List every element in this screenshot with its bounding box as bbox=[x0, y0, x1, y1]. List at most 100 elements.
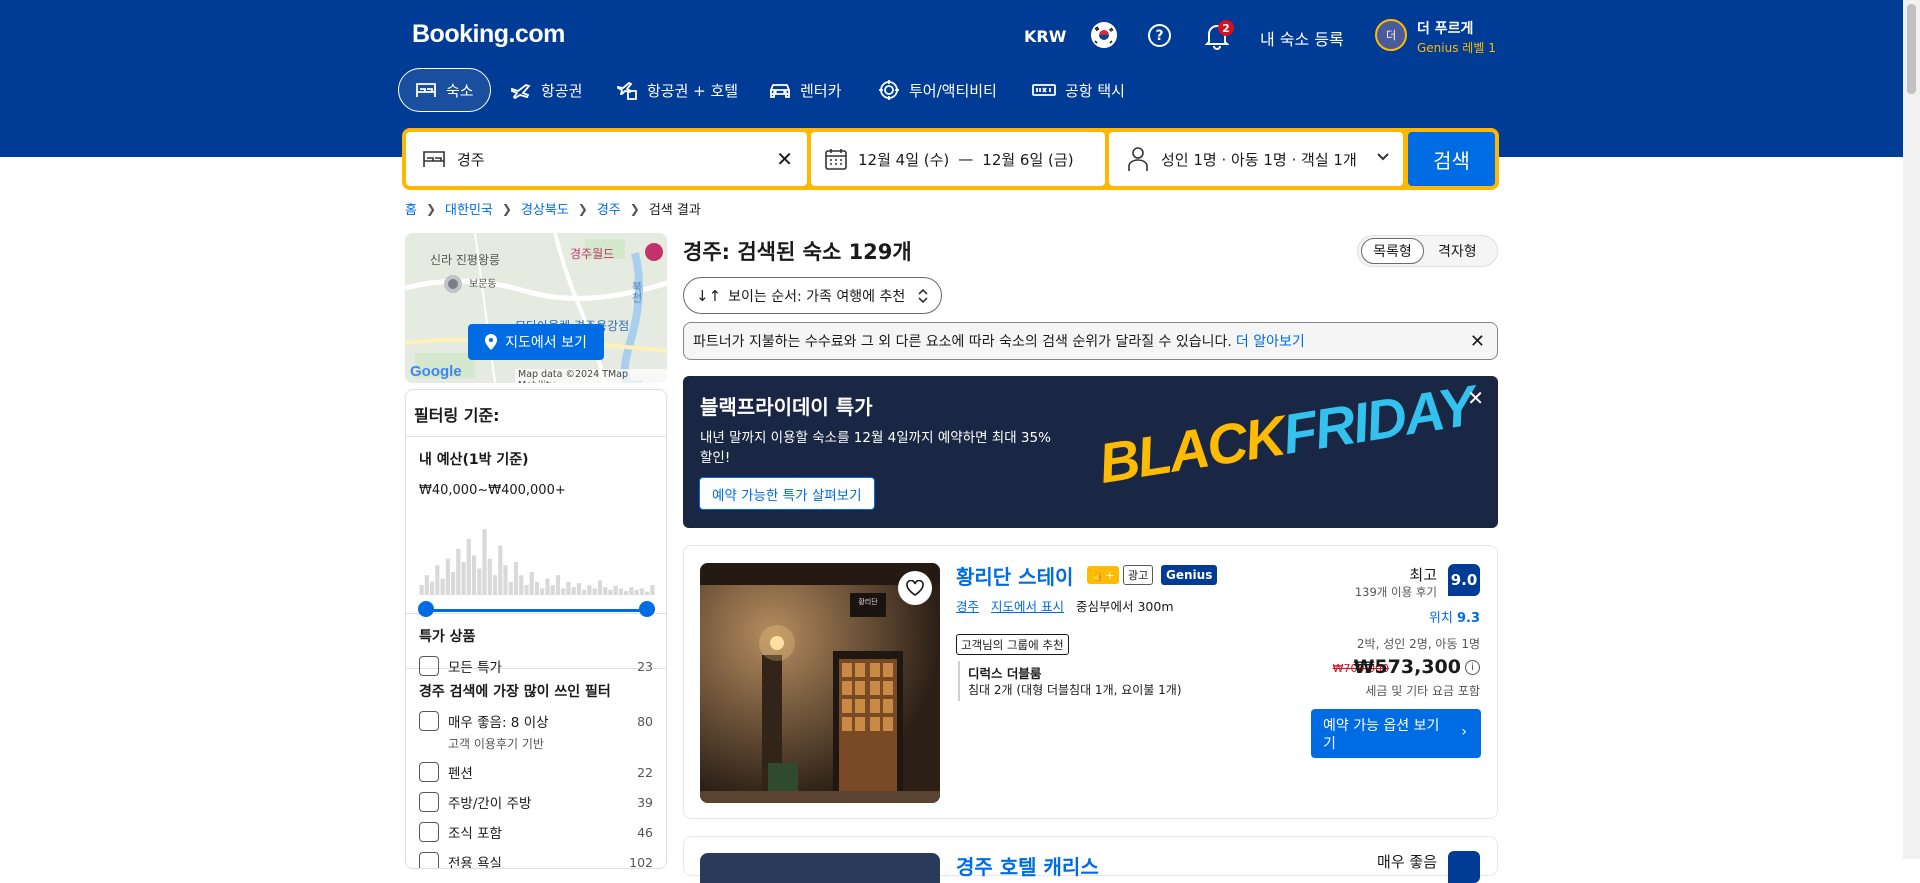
histogram-bar bbox=[534, 581, 540, 595]
view-toggle: 목록형 격자형 bbox=[1357, 235, 1498, 267]
map-pin-icon bbox=[645, 243, 663, 261]
notification-badge: 2 bbox=[1218, 20, 1234, 36]
breadcrumb-region[interactable]: 경상북도 bbox=[521, 199, 569, 218]
property-card[interactable]: 경주 호텔 캐리스 매우 좋음 bbox=[683, 836, 1498, 883]
art-black: BLACK bbox=[1094, 403, 1289, 495]
help-icon[interactable]: ? bbox=[1148, 24, 1171, 47]
art-friday: FRIDAY bbox=[1278, 376, 1479, 466]
histogram-bar bbox=[624, 591, 629, 595]
checkbox[interactable] bbox=[419, 656, 439, 676]
close-icon[interactable]: ✕ bbox=[1467, 386, 1484, 410]
list-view-button[interactable]: 목록형 bbox=[1361, 238, 1424, 264]
nav-tab-flights[interactable]: 항공권 bbox=[494, 68, 598, 112]
checkbox[interactable] bbox=[419, 762, 439, 782]
cta-label-wrap: 기 bbox=[1323, 736, 1336, 752]
histogram-bar bbox=[634, 589, 639, 595]
city-link[interactable]: 경주 bbox=[956, 596, 979, 615]
sort-dropdown[interactable]: ↓↑ 보이는 순서: 가족 여행에 추천 bbox=[683, 277, 942, 314]
property-name[interactable]: 황리단 스테이 bbox=[956, 561, 1073, 590]
property-card[interactable]: 황리단 황리단 스테이 👍+ 광고 Genius 경주 지도에서 표시 중심부에… bbox=[683, 545, 1498, 819]
review-score[interactable]: 9.0 bbox=[1448, 564, 1480, 596]
explore-deals-button[interactable]: 예약 가능한 특가 살펴보기 bbox=[699, 477, 875, 510]
nav-tab-attractions[interactable]: 투어/액티비티 bbox=[862, 68, 1013, 112]
filter-pension[interactable]: 펜션 22 bbox=[419, 762, 653, 782]
histogram-bar bbox=[571, 587, 576, 595]
budget-section: 내 예산(1박 기준) ₩40,000~₩400,000+ bbox=[406, 437, 666, 617]
black-friday-banner: 블랙프라이데이 특가 내년 말까지 이용할 숙소를 12월 4일까지 예약하면 … bbox=[683, 376, 1498, 528]
histogram-bar bbox=[613, 585, 618, 595]
histogram-bar bbox=[419, 585, 424, 595]
korea-flag-icon[interactable] bbox=[1091, 22, 1117, 48]
location-label: 위치 bbox=[1428, 611, 1453, 626]
genius-level: Genius 레벨 1 bbox=[1417, 41, 1496, 55]
show-on-map-link[interactable]: 지도에서 표시 bbox=[991, 596, 1064, 615]
save-favorite-button[interactable] bbox=[898, 571, 932, 605]
property-photo[interactable]: 황리단 bbox=[700, 563, 940, 803]
histogram-bar bbox=[477, 568, 482, 595]
histogram-bar bbox=[503, 565, 508, 595]
search-button[interactable]: 검색 bbox=[1408, 132, 1495, 186]
filter-all-deals[interactable]: 모든 특가 23 bbox=[419, 656, 653, 676]
sort-label: 보이는 순서: 가족 여행에 추천 bbox=[728, 288, 906, 305]
filter-kitchen[interactable]: 주방/간이 주방 39 bbox=[419, 792, 653, 812]
user-name[interactable]: 더 푸르게 bbox=[1417, 18, 1473, 38]
histogram-bar bbox=[597, 580, 602, 595]
breadcrumb-home[interactable]: 홈 bbox=[405, 199, 417, 218]
checkbox[interactable] bbox=[419, 822, 439, 842]
breadcrumb-current: 검색 결과 bbox=[648, 203, 701, 218]
checkbox[interactable] bbox=[419, 852, 439, 868]
budget-slider-max-handle[interactable] bbox=[639, 601, 655, 617]
filter-breakfast[interactable]: 조식 포함 46 bbox=[419, 822, 653, 842]
list-property-link[interactable]: 내 숙소 등록 bbox=[1260, 26, 1344, 50]
filter-label: 주방/간이 주방 bbox=[448, 796, 532, 812]
nav-tab-airport-taxi[interactable]: 공항 택시 bbox=[1016, 68, 1141, 112]
map-preview[interactable]: 신라 진평왕릉 경주월드 보문동 북천 모다아울렛 경주용강점 지도에서 보기 … bbox=[405, 233, 667, 383]
histogram-bar bbox=[482, 529, 487, 595]
checkin-date: 12월 4일 (수) bbox=[858, 150, 950, 169]
currency-button[interactable]: KRW bbox=[1024, 27, 1066, 46]
show-on-map-button[interactable]: 지도에서 보기 bbox=[468, 324, 604, 360]
genius-badge: Genius bbox=[1161, 565, 1218, 585]
grid-view-button[interactable]: 격자형 bbox=[1438, 238, 1477, 264]
ad-badge: 광고 bbox=[1123, 565, 1154, 585]
location-score: 위치 9.3 bbox=[1429, 607, 1480, 626]
budget-slider-min-handle[interactable] bbox=[418, 601, 434, 617]
review-score[interactable] bbox=[1448, 851, 1480, 883]
destination-value: 경주 bbox=[457, 150, 485, 169]
filter-private-bath[interactable]: 전용 욕실 102 bbox=[419, 852, 653, 868]
destination-field[interactable]: 경주 ✕ bbox=[406, 132, 807, 186]
promo-desc-line1: 내년 말까지 이용할 숙소를 12월 4일까지 예약하면 최대 35% bbox=[700, 430, 1051, 446]
breadcrumb-city[interactable]: 경주 bbox=[597, 199, 621, 218]
breadcrumb-country[interactable]: 대한민국 bbox=[445, 199, 493, 218]
notifications-button[interactable]: 2 bbox=[1204, 20, 1234, 54]
histogram-bar bbox=[471, 555, 477, 595]
scrollbar[interactable] bbox=[1903, 0, 1920, 859]
scrollbar-thumb[interactable] bbox=[1907, 4, 1916, 94]
review-count[interactable]: 139개 이용 후기 bbox=[1355, 584, 1437, 600]
deals-title: 특가 상품 bbox=[419, 629, 476, 645]
clear-icon[interactable]: ✕ bbox=[776, 147, 793, 171]
bed-info: 침대 2개 (대형 더블침대 1개, 요이불 1개) bbox=[968, 683, 1182, 697]
nav-tab-car-rental[interactable]: 렌터카 bbox=[753, 68, 857, 112]
property-photo[interactable] bbox=[700, 853, 940, 883]
nav-tab-flight-hotel[interactable]: 항공권 + 호텔 bbox=[600, 68, 754, 112]
see-availability-button[interactable]: 예약 가능 옵션 보기 기 › bbox=[1311, 709, 1481, 758]
google-logo: Google bbox=[410, 363, 462, 380]
filter-very-good[interactable]: 매우 좋음: 8 이상 고객 이용후기 기반 80 bbox=[419, 711, 653, 752]
room-divider bbox=[958, 661, 960, 701]
property-name[interactable]: 경주 호텔 캐리스 bbox=[956, 851, 1099, 880]
histogram-bar bbox=[508, 581, 513, 595]
checkbox[interactable] bbox=[419, 792, 439, 812]
close-icon[interactable]: ✕ bbox=[1470, 331, 1485, 352]
histogram-bar bbox=[451, 571, 456, 595]
learn-more-link[interactable]: 더 알아보기 bbox=[1236, 331, 1305, 351]
date-field[interactable]: 12월 4일 (수) — 12월 6일 (금) bbox=[811, 132, 1105, 186]
nav-tab-stays[interactable]: 숙소 bbox=[398, 68, 491, 112]
avatar[interactable]: 더 bbox=[1375, 19, 1407, 51]
checkbox[interactable] bbox=[419, 711, 439, 731]
taxi-icon bbox=[1032, 84, 1056, 96]
occupancy-field[interactable]: 성인 1명 · 아동 1명 · 객실 1개 bbox=[1109, 132, 1403, 186]
chevron-right-icon: › bbox=[1461, 724, 1467, 740]
info-icon[interactable]: i bbox=[1465, 660, 1480, 675]
booking-logo[interactable]: Booking.com bbox=[412, 20, 565, 49]
